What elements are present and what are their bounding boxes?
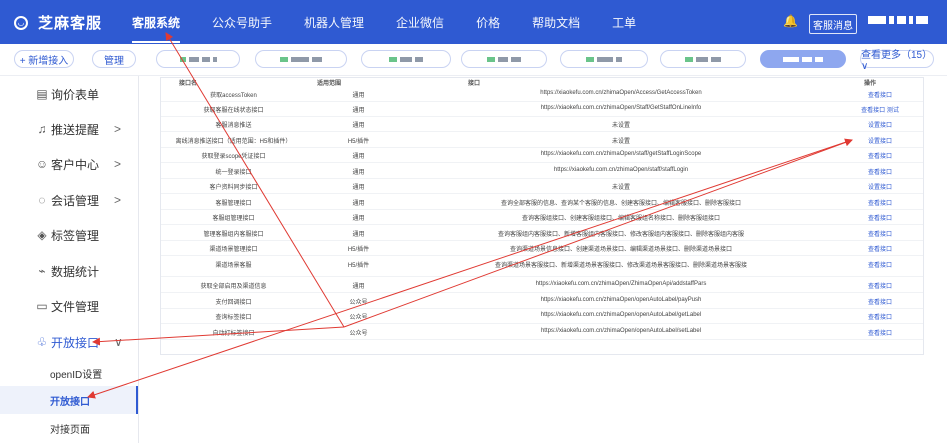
account-chip[interactable] — [560, 50, 648, 68]
table-row: 支付回调接口 公众号 https://xiaokefu.com.cn/zhima… — [161, 293, 923, 309]
table-row: 获取全部启用及渠道信息 通用 https://xiaokefu.com.cn/z… — [161, 277, 923, 293]
nav-item-price[interactable]: 价格 — [476, 14, 500, 31]
chevron-down-icon: ∨ — [114, 335, 123, 349]
add-account-button[interactable]: + 新增接入 — [14, 50, 74, 68]
nav-item-wecom[interactable]: 企业微信 — [396, 14, 444, 31]
logo[interactable]: ◡ 芝麻客服 — [14, 12, 102, 33]
chevron-right-icon: > — [114, 122, 122, 136]
sidebar-item-tags[interactable]: ◈ 标签管理 — [0, 217, 138, 253]
sidebar-item-files[interactable]: ▭ 文件管理 — [0, 288, 138, 324]
op-link[interactable]: 设置接口 — [845, 182, 915, 191]
table-header: 接口名 适用范围 接口 操作 — [161, 78, 923, 87]
nav-item-kf-system[interactable]: 客服系统 — [132, 14, 181, 43]
api-table: 接口名 适用范围 接口 操作 获取accessToken 通用 https://… — [160, 77, 924, 355]
op-link[interactable]: 查看接口 — [845, 244, 915, 253]
op-link[interactable]: 查看接口 测试 — [845, 105, 915, 114]
nav-item-help-docs[interactable]: 帮助文档 — [532, 14, 580, 31]
table-row: 客户资料同步接口 通用 未设置 设置接口 — [161, 178, 923, 194]
table-row: 获取客服在线状态接口 通用 https://xiaokefu.com.cn/zh… — [161, 101, 923, 117]
table-row: 客服消息推送 通用 未设置 设置接口 — [161, 116, 923, 132]
sidebar-item-label: 会话管理 — [51, 193, 100, 208]
sidebar-item-label: 推送提醒 — [51, 122, 100, 137]
main-nav: 客服系统 公众号助手 机器人管理 企业微信 价格 帮助文档 工单 — [132, 0, 636, 44]
sidebar-subitem-docking-page[interactable]: 对接页面 — [0, 414, 138, 442]
sidebar-item-stats[interactable]: ⌁ 数据统计 — [0, 253, 138, 289]
tag-icon: ◈ — [37, 228, 47, 242]
user-menu[interactable] — [868, 16, 928, 24]
chevron-right-icon: > — [114, 157, 122, 171]
folder-icon: ▭ — [36, 299, 48, 313]
nav-item-mp-assistant[interactable]: 公众号助手 — [212, 14, 272, 31]
table-row: 查询标签接口 公众号 https://xiaokefu.com.cn/zhima… — [161, 308, 923, 324]
sidebar-item-sessions[interactable]: ◌ 会话管理 > — [0, 182, 138, 218]
table-row: 客服管理接口 通用 查询全部客服的信息、查询某个客服的信息、创建客服接口、编辑客… — [161, 194, 923, 210]
table-row: 管理客服组内客服接口 通用 查询客服组内客服接口、新增客服组内客服接口、修改客服… — [161, 225, 923, 241]
account-chip-bar: + 新增接入 管理 查看更多（15） ∨ — [0, 44, 947, 76]
user-icon: ☺ — [35, 157, 49, 171]
account-chip[interactable] — [255, 50, 347, 68]
table-row: 离线消息推送接口（适用范围：H5和插件） H5/插件 未设置 设置接口 — [161, 132, 923, 148]
account-chip[interactable] — [156, 50, 240, 68]
chart-icon: ⌁ — [38, 264, 46, 278]
op-link[interactable]: 查看接口 — [845, 213, 915, 222]
sidebar-item-label: 开放接口 — [51, 335, 100, 350]
op-link[interactable]: 查看接口 — [845, 260, 915, 269]
table-row: 获取登录scope凭证接口 通用 https://xiaokefu.com.cn… — [161, 147, 923, 163]
sidebar-item-label: 询价表单 — [51, 87, 100, 102]
nav-item-bot-manage[interactable]: 机器人管理 — [304, 14, 364, 31]
sidebar-item-open-api[interactable]: ♧ 开放接口 ∨ — [0, 324, 138, 360]
sidebar-item-inquiry-form[interactable]: ▤ 询价表单 — [0, 76, 138, 112]
view-more-button[interactable]: 查看更多（15） ∨ — [860, 50, 934, 72]
op-link[interactable]: 设置接口 — [845, 136, 915, 145]
sidebar-subitem-openid[interactable]: openID设置 — [0, 359, 138, 387]
sidebar: ▤ 询价表单 ♫ 推送提醒 > ☺ 客户中心 > ◌ 会话管理 > ◈ 标签管理… — [0, 76, 139, 443]
op-link[interactable]: 查看接口 — [845, 167, 915, 176]
app-title: 芝麻客服 — [38, 15, 103, 32]
table-row: 统一登录接口 通用 https://xiaokefu.com.cn/zhimaO… — [161, 163, 923, 179]
table-row: 客服组管理接口 通用 查询客服组接口、创建客服组接口、编辑客服组名称接口、删除客… — [161, 209, 923, 225]
sidebar-item-customers[interactable]: ☺ 客户中心 > — [0, 146, 138, 182]
account-chip[interactable] — [660, 50, 746, 68]
account-chip[interactable] — [461, 50, 547, 68]
op-link[interactable]: 查看接口 — [845, 328, 915, 337]
chevron-right-icon: > — [114, 193, 122, 207]
table-row: 获取accessToken 通用 https://xiaokefu.com.cn… — [161, 86, 923, 102]
table-row: 渠道场景管理接口 H5/插件 查询渠道场景信息接口、创建渠道场景接口、编辑渠道场… — [161, 240, 923, 256]
sidebar-item-label: 标签管理 — [51, 228, 100, 243]
form-icon: ▤ — [36, 87, 48, 101]
sidebar-item-label: 数据统计 — [51, 264, 100, 279]
table-row: 自动打标签接口 公众号 https://xiaokefu.com.cn/zhim… — [161, 324, 923, 340]
chat-icon: ◌ — [38, 193, 46, 207]
manage-button[interactable]: 管理 — [92, 50, 136, 68]
op-link[interactable]: 查看接口 — [845, 312, 915, 321]
account-chip-selected[interactable] — [760, 50, 846, 68]
bell-icon: ♫ — [37, 122, 47, 136]
top-nav-bar: ◡ 芝麻客服 客服系统 公众号助手 机器人管理 企业微信 价格 帮助文档 工单 … — [0, 0, 947, 44]
nav-item-ticket[interactable]: 工单 — [612, 14, 636, 31]
table-row: 渠道场景客服 H5/插件 查询渠道场景客服接口、新增渠道场景客服接口、修改渠道场… — [161, 256, 923, 277]
bell-icon[interactable]: 🔔 — [783, 14, 798, 28]
sidebar-item-label: 客户中心 — [51, 157, 100, 172]
sidebar-item-label: 文件管理 — [51, 299, 100, 314]
kf-message-button[interactable]: 客服消息 — [809, 14, 857, 34]
logo-icon: ◡ — [14, 15, 28, 30]
api-icon: ♧ — [36, 335, 48, 349]
account-chip[interactable] — [361, 50, 451, 68]
op-link[interactable]: 设置接口 — [845, 120, 915, 129]
op-link[interactable]: 查看接口 — [845, 229, 915, 238]
op-link[interactable]: 查看接口 — [845, 198, 915, 207]
op-link[interactable]: 查看接口 — [845, 151, 915, 160]
op-link[interactable]: 查看接口 — [845, 297, 915, 306]
sidebar-subitem-open-api[interactable]: 开放接口 — [0, 386, 138, 414]
op-link[interactable]: 查看接口 — [845, 281, 915, 290]
sidebar-item-push[interactable]: ♫ 推送提醒 > — [0, 111, 138, 147]
op-link[interactable]: 查看接口 — [845, 90, 915, 99]
